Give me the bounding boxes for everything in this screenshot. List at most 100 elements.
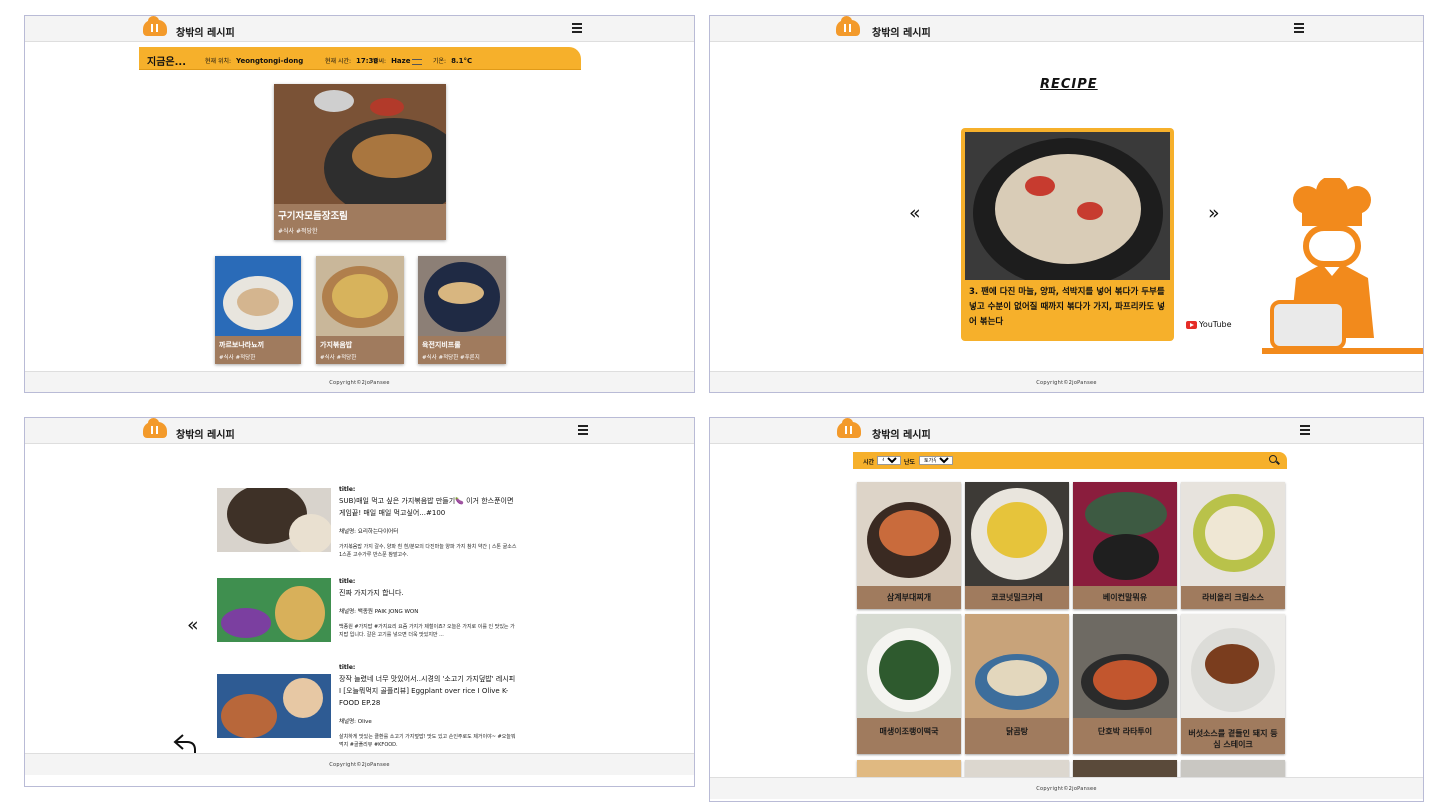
youtube-label: YouTube xyxy=(1199,320,1232,329)
footer: Copyright©2joPansee xyxy=(25,371,694,392)
temp-value: 8.1°C xyxy=(451,57,473,65)
cloud-utensils-icon[interactable] xyxy=(837,418,861,438)
recipe-card[interactable]: 까르보나라뇨끼 #식사 #적당한 xyxy=(215,256,301,364)
footer: Copyright©2joPansee xyxy=(710,777,1423,799)
header: 창밖의 레시피 xyxy=(25,16,694,42)
recipe-heading: RECIPE xyxy=(1040,77,1098,92)
location-value: Yeongtongi-dong xyxy=(236,57,304,65)
recipe-card[interactable]: 육전지비프롤 #식사 #적당한 #푸른지 xyxy=(418,256,506,364)
hamburger-icon[interactable] xyxy=(572,23,582,33)
video-list-item[interactable]: title: 진짜 가지가지 합니다. 채널명: 백종원 PAIK JONG W… xyxy=(217,578,517,658)
video-title: 진짜 가지가지 합니다. xyxy=(339,589,404,597)
cloud-utensils-icon[interactable] xyxy=(836,16,860,36)
temp-label: 기온: 8.1°C xyxy=(433,57,473,65)
recipe-card-title: 육전지비프롤 xyxy=(422,341,461,349)
youtube-link[interactable]: YouTube xyxy=(1186,320,1232,329)
video-list-screen: 창밖의 레시피 « title: SUB)매일 먹고 싶은 가지볶음밥 만들기🍆… xyxy=(24,417,695,787)
level-filter-label: 난도 xyxy=(904,459,916,466)
gallery-card[interactable]: 닭곰탕 xyxy=(965,614,1069,754)
filter-bar: 시간 식사 난도 토가우 음식 xyxy=(853,452,1287,469)
gallery-card-image xyxy=(1073,482,1177,586)
gallery-card[interactable]: 베이컨말뭐유 xyxy=(1073,482,1177,609)
gallery-card-title: 닭곰탕 xyxy=(1005,727,1029,736)
time-filter-select[interactable]: 식사 xyxy=(877,456,901,465)
weather-bar: 지금은... 현재 위치: Yeongtongi-dong 현재 시간: 17:38… xyxy=(139,47,581,70)
gallery-card[interactable]: 삼계부대찌개 xyxy=(857,482,961,609)
gallery-card-title: 베이컨말뭐유 xyxy=(1102,593,1148,602)
gallery-card-title: 매생이조랭이떡국 xyxy=(879,727,939,736)
recipe-step-image xyxy=(965,132,1170,280)
recipe-card-image xyxy=(316,256,404,336)
featured-recipe-title: 구기자모듬장조림 xyxy=(278,211,348,222)
featured-recipe-tags: #식사 #적당한 xyxy=(278,228,318,235)
video-list-item[interactable]: title: 장작 늘렸네 너무 맛있어서..시경의 '소고기 가지덮밥' 레시… xyxy=(217,664,517,748)
gallery-card-title: 단호박 라타투이 xyxy=(1097,727,1153,736)
recipe-card-image xyxy=(215,256,301,336)
video-list-item[interactable]: title: SUB)매일 먹고 싶은 가지볶음밥 만들기🍆 이거 한스푼이면 … xyxy=(217,486,517,566)
video-thumbnail xyxy=(217,578,331,642)
time-label: 현재 시간: 17:38 xyxy=(325,57,379,65)
gallery-card[interactable]: 단호박 라타투이 xyxy=(1073,614,1177,754)
video-channel: 채널명: 요리하는다이어터 xyxy=(339,529,399,535)
recipe-card-tags: #식사 #적당한 #푸른지 xyxy=(422,355,480,361)
video-thumbnail xyxy=(217,488,331,552)
video-title-label: title: xyxy=(339,486,356,493)
video-description: 백종원 #가지밥 #가지요리 요즘 가지가 제철이죠? 오늘은 가지로 이를 인… xyxy=(339,624,515,638)
search-icon[interactable] xyxy=(1269,455,1277,463)
cloud-utensils-icon[interactable] xyxy=(143,418,167,438)
hamburger-icon[interactable] xyxy=(1300,425,1310,435)
gallery-card[interactable]: 버섯소스를 곁들인 돼지 등심 스테이크 xyxy=(1181,614,1285,754)
weather-value: Haze xyxy=(391,57,411,65)
cloud-utensils-icon[interactable] xyxy=(143,16,167,36)
video-title: SUB)매일 먹고 싶은 가지볶음밥 만들기🍆 이거 한스푼이면 게임끝! 매일… xyxy=(339,497,514,517)
video-title-label: title: xyxy=(339,664,356,671)
prev-page-button[interactable]: « xyxy=(187,614,199,636)
brand-title[interactable]: 창밖의 레시피 xyxy=(176,24,235,39)
home-screen: 창밖의 레시피 지금은... 현재 위치: Yeongtongi-dong 현재 … xyxy=(24,15,695,393)
return-arrow-icon[interactable] xyxy=(173,732,197,754)
video-title-label: title: xyxy=(339,578,356,585)
gallery-card-image xyxy=(1073,614,1177,718)
recipe-step-screen: 창밖의 레시피 RECIPE « » 3. 팬에 다진 마늘, 양파, 석박지를… xyxy=(709,15,1424,393)
gallery-card-image xyxy=(1181,614,1285,718)
youtube-icon xyxy=(1186,320,1197,329)
gallery-card-image xyxy=(857,482,961,586)
video-description: 살치하게 맛있는 클환를 소고기 가지덮밥! 맛도 있고 손인주로도 제거이야~… xyxy=(339,734,516,748)
time-filter-label: 시간 xyxy=(863,459,875,466)
recipe-card-tags: #식사 #적당한 xyxy=(320,355,357,361)
video-title: 장작 늘렸네 너무 맛있어서..시경의 '소고기 가지덮밥' 레시피 I [오늘… xyxy=(339,675,516,707)
chef-illustration xyxy=(1262,178,1423,354)
gallery-card-image xyxy=(965,614,1069,718)
recipe-step-text: 3. 팬에 다진 마늘, 양파, 석박지를 넣어 볶다가 두부를 넣고 수분이 … xyxy=(969,287,1165,327)
footer: Copyright©2joPansee xyxy=(25,753,694,775)
gallery-card-title: 코코넛밀크카레 xyxy=(991,593,1043,602)
gallery-card-title: 라비올리 크림소스 xyxy=(1202,593,1264,602)
gallery-card[interactable]: 라비올리 크림소스 xyxy=(1181,482,1285,609)
video-thumbnail xyxy=(217,674,331,738)
recipe-step-card: 3. 팬에 다진 마늘, 양파, 석박지를 넣어 볶다가 두부를 넣고 수분이 … xyxy=(961,128,1174,341)
hamburger-icon[interactable] xyxy=(578,425,588,435)
gallery-card-image xyxy=(1181,482,1285,586)
brand-title[interactable]: 창밖의 레시피 xyxy=(872,426,931,441)
gallery-card[interactable]: 매생이조랭이떡국 xyxy=(857,614,961,754)
video-channel: 채널명: 백종원 PAIK JONG WON xyxy=(339,609,419,615)
next-step-button[interactable]: » xyxy=(1208,202,1220,224)
recipe-card-title: 가지볶음밥 xyxy=(320,341,353,349)
prev-step-button[interactable]: « xyxy=(909,202,921,224)
brand-title[interactable]: 창밖의 레시피 xyxy=(176,426,235,441)
weather-label: 날씨: Haze xyxy=(373,56,423,65)
gallery-card-title: 버섯소스를 곁들인 돼지 등심 스테이크 xyxy=(1188,729,1278,749)
header: 창밖의 레시피 xyxy=(25,418,694,444)
footer: Copyright©2joPansee xyxy=(710,371,1423,392)
gallery-card-title: 삼계부대찌개 xyxy=(886,593,932,602)
gallery-card[interactable]: 코코넛밀크카레 xyxy=(965,482,1069,609)
featured-recipe-card[interactable]: 구기자모듬장조림 #식사 #적당한 xyxy=(274,84,446,240)
recipe-card[interactable]: 가지볶음밥 #식사 #적당한 xyxy=(316,256,404,364)
level-filter-select[interactable]: 토가우 음식 xyxy=(919,456,953,465)
gallery-card-image xyxy=(965,482,1069,586)
recipe-card-image xyxy=(418,256,506,336)
recipe-gallery-screen: 창밖의 레시피 시간 식사 난도 토가우 음식 삼계부대찌개 코코넛밀크카레 베… xyxy=(709,417,1424,802)
brand-title[interactable]: 창밖의 레시피 xyxy=(872,24,931,39)
hamburger-icon[interactable] xyxy=(1294,23,1304,33)
video-channel: 채널명: Olive xyxy=(339,719,372,725)
